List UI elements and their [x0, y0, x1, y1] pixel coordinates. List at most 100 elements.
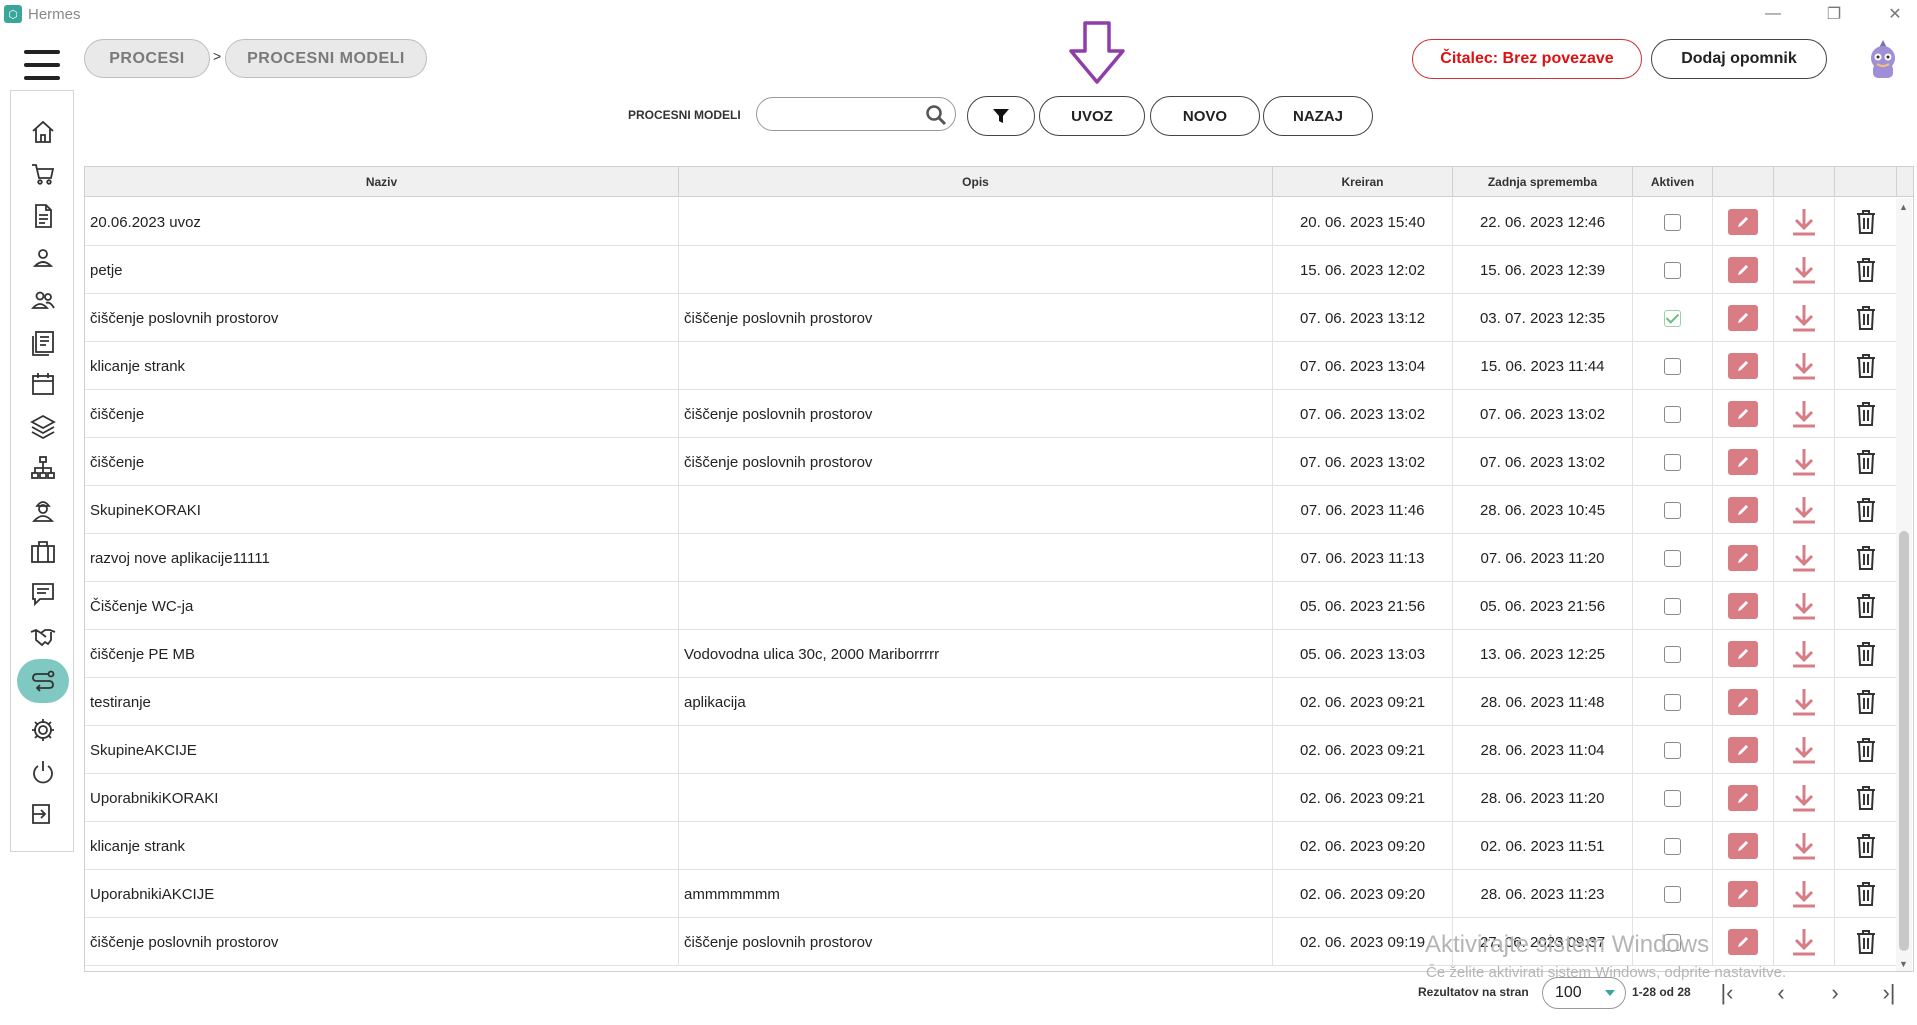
- vertical-scrollbar[interactable]: ▲ ▼: [1896, 198, 1912, 971]
- breadcrumb-procesni-modeli[interactable]: PROCESNI MODELI: [225, 39, 427, 78]
- trash-icon[interactable]: [1855, 257, 1877, 283]
- first-page-icon[interactable]: |‹: [1712, 978, 1742, 1008]
- edit-button[interactable]: [1728, 737, 1758, 763]
- download-icon[interactable]: [1789, 686, 1819, 718]
- trash-icon[interactable]: [1855, 545, 1877, 571]
- scrollbar-thumb[interactable]: [1899, 531, 1909, 951]
- person-icon[interactable]: [26, 241, 60, 275]
- worker-icon[interactable]: [26, 493, 60, 527]
- active-checkbox[interactable]: [1664, 501, 1681, 519]
- active-checkbox[interactable]: [1664, 597, 1681, 615]
- edit-button[interactable]: [1728, 401, 1758, 427]
- next-page-icon[interactable]: ›: [1820, 978, 1850, 1008]
- active-checkbox[interactable]: [1664, 405, 1681, 423]
- column-header-zadnja-sprememba[interactable]: Zadnja sprememba: [1453, 167, 1633, 197]
- chat-icon[interactable]: [26, 577, 60, 611]
- trash-icon[interactable]: [1855, 689, 1877, 715]
- download-icon[interactable]: [1789, 590, 1819, 622]
- search-icon[interactable]: [925, 104, 947, 126]
- back-button[interactable]: NAZAJ: [1263, 96, 1373, 136]
- active-checkbox[interactable]: [1664, 885, 1681, 903]
- download-icon[interactable]: [1789, 782, 1819, 814]
- trash-icon[interactable]: [1855, 593, 1877, 619]
- edit-button[interactable]: [1728, 785, 1758, 811]
- download-icon[interactable]: [1789, 350, 1819, 382]
- table-row[interactable]: klicanje strank 02. 06. 2023 09:20 02. 0…: [85, 822, 1897, 870]
- edit-button[interactable]: [1728, 497, 1758, 523]
- edit-button[interactable]: [1728, 353, 1758, 379]
- table-row[interactable]: petje 15. 06. 2023 12:02 15. 06. 2023 12…: [85, 246, 1897, 294]
- trash-icon[interactable]: [1855, 785, 1877, 811]
- cart-icon[interactable]: [26, 157, 60, 191]
- download-icon[interactable]: [1789, 302, 1819, 334]
- trash-icon[interactable]: [1855, 305, 1877, 331]
- power-icon[interactable]: [26, 755, 60, 789]
- layers-icon[interactable]: [26, 409, 60, 443]
- trash-icon[interactable]: [1855, 209, 1877, 235]
- table-row[interactable]: UporabnikiKORAKI 02. 06. 2023 09:21 28. …: [85, 774, 1897, 822]
- edit-button[interactable]: [1728, 257, 1758, 283]
- active-checkbox[interactable]: [1664, 741, 1681, 759]
- active-checkbox[interactable]: [1664, 357, 1681, 375]
- table-row[interactable]: čiščenje poslovnih prostorov čiščenje po…: [85, 294, 1897, 342]
- edit-button[interactable]: [1728, 449, 1758, 475]
- search-input[interactable]: [769, 98, 929, 128]
- handshake-icon[interactable]: [26, 619, 60, 653]
- restore-icon[interactable]: ❐: [1812, 0, 1856, 28]
- edit-button[interactable]: [1728, 305, 1758, 331]
- active-checkbox[interactable]: [1664, 453, 1681, 471]
- download-icon[interactable]: [1789, 638, 1819, 670]
- table-row[interactable]: testiranje aplikacija 02. 06. 2023 09:21…: [85, 678, 1897, 726]
- download-icon[interactable]: [1789, 926, 1819, 958]
- table-row[interactable]: SkupineKORAKI 07. 06. 2023 11:46 28. 06.…: [85, 486, 1897, 534]
- active-checkbox[interactable]: [1664, 261, 1681, 279]
- edit-button[interactable]: [1728, 545, 1758, 571]
- download-icon[interactable]: [1789, 494, 1819, 526]
- previous-page-icon[interactable]: ‹: [1766, 978, 1796, 1008]
- edit-button[interactable]: [1728, 833, 1758, 859]
- column-header-naziv[interactable]: Naziv: [85, 167, 679, 197]
- edit-button[interactable]: [1728, 641, 1758, 667]
- column-header-kreiran[interactable]: Kreiran: [1273, 167, 1453, 197]
- user-avatar[interactable]: [1863, 38, 1903, 80]
- trash-icon[interactable]: [1855, 401, 1877, 427]
- edit-button[interactable]: [1728, 881, 1758, 907]
- reader-status-button[interactable]: Čitalec: Brez povezave: [1412, 39, 1642, 79]
- download-icon[interactable]: [1789, 254, 1819, 286]
- last-page-icon[interactable]: ›|: [1874, 978, 1904, 1008]
- download-icon[interactable]: [1789, 878, 1819, 910]
- download-icon[interactable]: [1789, 446, 1819, 478]
- edit-button[interactable]: [1728, 689, 1758, 715]
- close-icon[interactable]: ✕: [1873, 0, 1917, 28]
- logout-icon[interactable]: [26, 797, 60, 831]
- trash-icon[interactable]: [1855, 449, 1877, 475]
- active-checkbox[interactable]: [1664, 549, 1681, 567]
- trash-icon[interactable]: [1855, 737, 1877, 763]
- trash-icon[interactable]: [1855, 833, 1877, 859]
- active-checkbox[interactable]: [1664, 309, 1681, 327]
- hamburger-menu-icon[interactable]: [24, 50, 60, 80]
- table-row[interactable]: UporabnikiAKCIJE ammmmmmm 02. 06. 2023 0…: [85, 870, 1897, 918]
- trash-icon[interactable]: [1855, 881, 1877, 907]
- breadcrumb-procesi[interactable]: PROCESI: [84, 39, 210, 78]
- table-row[interactable]: čiščenje čiščenje poslovnih prostorov 07…: [85, 438, 1897, 486]
- column-header-opis[interactable]: Opis: [679, 167, 1273, 197]
- search-field[interactable]: [756, 97, 956, 131]
- scroll-down-icon[interactable]: ▼: [1899, 959, 1908, 969]
- gear-icon[interactable]: [26, 713, 60, 747]
- download-icon[interactable]: [1789, 734, 1819, 766]
- briefcase-icon[interactable]: [26, 535, 60, 569]
- column-header-aktiven[interactable]: Aktiven: [1633, 167, 1713, 197]
- trash-icon[interactable]: [1855, 353, 1877, 379]
- table-row[interactable]: razvoj nove aplikacije11111 07. 06. 2023…: [85, 534, 1897, 582]
- download-icon[interactable]: [1789, 830, 1819, 862]
- table-row[interactable]: SkupineAKCIJE 02. 06. 2023 09:21 28. 06.…: [85, 726, 1897, 774]
- list-icon[interactable]: [26, 325, 60, 359]
- people-icon[interactable]: [26, 283, 60, 317]
- table-row[interactable]: čiščenje PE MB Vodovodna ulica 30c, 2000…: [85, 630, 1897, 678]
- table-row[interactable]: klicanje strank 07. 06. 2023 13:04 15. 0…: [85, 342, 1897, 390]
- import-button[interactable]: UVOZ: [1039, 96, 1145, 136]
- table-row[interactable]: 20.06.2023 uvoz 20. 06. 2023 15:40 22. 0…: [85, 198, 1897, 246]
- process-icon[interactable]: [17, 659, 69, 703]
- trash-icon[interactable]: [1855, 641, 1877, 667]
